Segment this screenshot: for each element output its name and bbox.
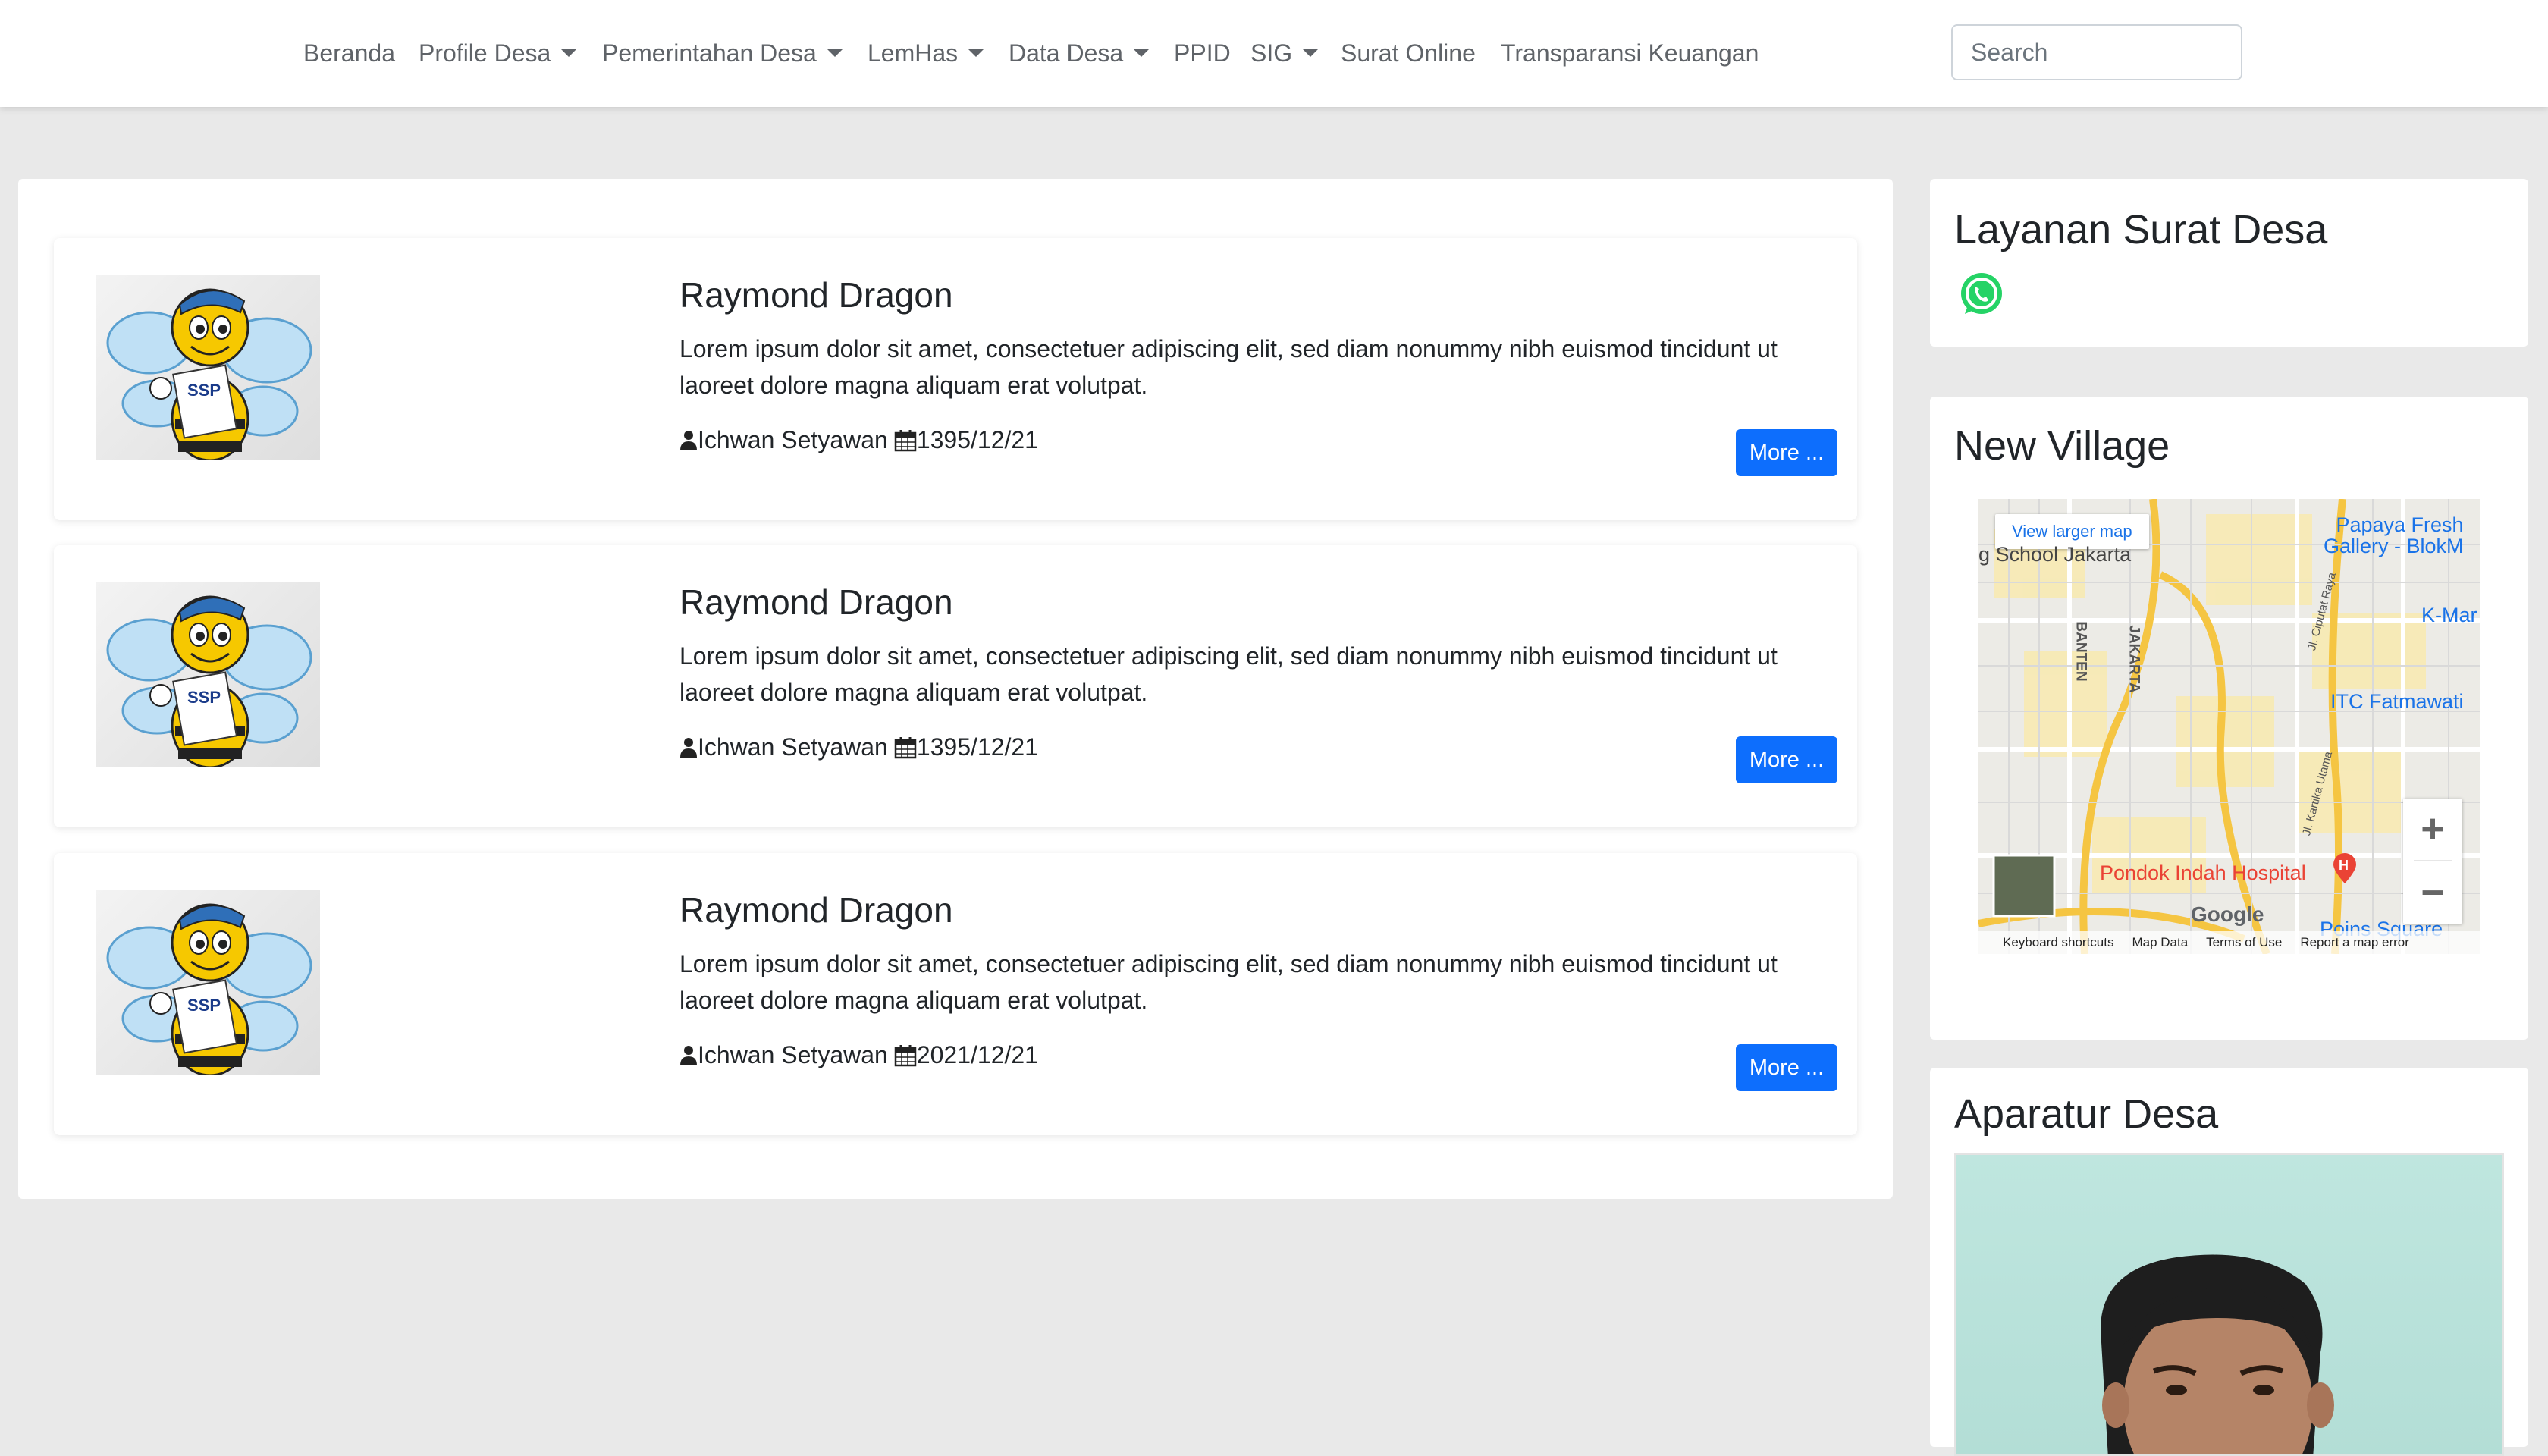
calendar-icon: [894, 1044, 917, 1066]
post-excerpt: Lorem ipsum dolor sit amet, consectetuer…: [679, 642, 1778, 706]
nav-item-surat-online[interactable]: Surat Online: [1341, 35, 1476, 71]
top-navbar: Beranda Profile Desa Pemerintahan Desa L…: [0, 0, 2548, 107]
layanan-surat-card: Layanan Surat Desa: [1930, 179, 2528, 347]
search-input[interactable]: [1951, 24, 2242, 80]
user-icon: [680, 737, 697, 758]
nav-item-profile-desa[interactable]: Profile Desa: [419, 35, 577, 71]
thumbnail-ssp-text: SSP: [187, 381, 221, 400]
calendar-icon: [894, 429, 917, 451]
bee-mascot-image: SSP: [106, 288, 312, 460]
posts-panel: SSP Raymond Dragon Lorem ipsum dolor sit…: [18, 179, 1893, 1199]
map-label-hospital: Pondok Indah Hospital: [2100, 861, 2306, 884]
terms-of-use-link[interactable]: Terms of Use: [2206, 935, 2282, 950]
chevron-down-icon: [827, 49, 843, 57]
more-button[interactable]: More ...: [1736, 429, 1837, 476]
bee-mascot-image: SSP: [106, 903, 312, 1075]
nav-item-transparansi-keuangan[interactable]: Transparansi Keuangan: [1501, 35, 1759, 71]
calendar-icon: [894, 736, 917, 758]
map-label-papaya: Papaya Fresh Gallery - BlokM: [2324, 513, 2464, 557]
post-date: 1395/12/21: [916, 426, 1038, 453]
chevron-down-icon: [1303, 49, 1319, 57]
google-logo: Google: [2191, 902, 2264, 926]
new-village-card: New Village View larger map g School Jak…: [1930, 397, 2528, 1040]
chevron-down-icon: [1134, 49, 1150, 57]
new-village-title: New Village: [1954, 423, 2170, 469]
keyboard-shortcuts-link[interactable]: Keyboard shortcuts: [2003, 935, 2113, 950]
more-button[interactable]: More ...: [1736, 736, 1837, 783]
report-map-error-link[interactable]: Report a map error: [2300, 935, 2409, 950]
user-icon: [680, 1045, 697, 1065]
google-map[interactable]: View larger map g School Jakarta Papaya …: [1978, 499, 2480, 954]
post-date: 1395/12/21: [916, 733, 1038, 761]
user-icon: [680, 430, 697, 450]
post-author: Ichwan Setyawan: [698, 1041, 888, 1068]
post-title: Raymond Dragon: [679, 275, 953, 315]
nav-item-ppid[interactable]: PPID: [1174, 35, 1231, 71]
chevron-down-icon: [561, 49, 577, 57]
map-label-itc: ITC Fatmawati: [2330, 690, 2464, 713]
post-meta: Ichwan Setyawan 1395/12/21: [679, 426, 1038, 454]
map-zoom-control: + −: [2403, 799, 2462, 924]
more-button[interactable]: More ...: [1736, 1044, 1837, 1091]
post-card: SSP Raymond Dragon Lorem ipsum dolor sit…: [54, 545, 1857, 827]
nav-item-sig[interactable]: SIG: [1250, 35, 1319, 71]
nav-item-data-desa[interactable]: Data Desa: [1009, 35, 1150, 71]
post-meta: Ichwan Setyawan 2021/12/21: [679, 1041, 1038, 1069]
chevron-down-icon: [968, 49, 984, 57]
post-author: Ichwan Setyawan: [698, 733, 888, 761]
post-author: Ichwan Setyawan: [698, 426, 888, 453]
map-label-school: g School Jakarta: [1978, 543, 2132, 566]
aparatur-desa-title: Aparatur Desa: [1954, 1091, 2219, 1137]
svg-text:H: H: [2339, 858, 2349, 873]
map-label-kmart: K-Mar: [2421, 604, 2477, 626]
post-title: Raymond Dragon: [679, 890, 953, 930]
thumbnail-ssp-text: SSP: [187, 996, 221, 1015]
post-title: Raymond Dragon: [679, 582, 953, 622]
nav-item-pemerintahan-desa[interactable]: Pemerintahan Desa: [602, 35, 843, 71]
post-excerpt: Lorem ipsum dolor sit amet, consectetuer…: [679, 950, 1778, 1014]
nav-item-lemhas[interactable]: LemHas: [868, 35, 984, 71]
nav-item-beranda[interactable]: Beranda: [303, 35, 395, 71]
map-footer: Keyboard shortcuts Map Data Terms of Use…: [1978, 931, 2480, 954]
post-card: SSP Raymond Dragon Lorem ipsum dolor sit…: [54, 853, 1857, 1135]
zoom-in-button[interactable]: +: [2403, 799, 2462, 859]
zoom-out-button[interactable]: −: [2403, 862, 2462, 923]
post-meta: Ichwan Setyawan 1395/12/21: [679, 733, 1038, 761]
map-label-banten: BANTEN: [2073, 621, 2089, 682]
whatsapp-icon[interactable]: [1959, 271, 2004, 317]
post-excerpt: Lorem ipsum dolor sit amet, consectetuer…: [679, 335, 1778, 399]
post-thumbnail: SSP: [96, 582, 320, 767]
map-data-link[interactable]: Map Data: [2132, 935, 2188, 950]
post-date: 2021/12/21: [916, 1041, 1038, 1068]
post-thumbnail: SSP: [96, 275, 320, 460]
layanan-surat-title: Layanan Surat Desa: [1954, 207, 2328, 253]
person-portrait: [2101, 1254, 2334, 1454]
bee-mascot-image: SSP: [106, 595, 312, 767]
aparatur-photo: [1954, 1153, 2504, 1456]
map-label-jakarta: JAKARTA: [2126, 625, 2142, 693]
post-card: SSP Raymond Dragon Lorem ipsum dolor sit…: [54, 238, 1857, 520]
post-thumbnail: SSP: [96, 890, 320, 1075]
thumbnail-ssp-text: SSP: [187, 688, 221, 707]
aparatur-desa-card: Aparatur Desa: [1930, 1068, 2528, 1456]
hospital-pin-icon: H: [2333, 853, 2356, 883]
